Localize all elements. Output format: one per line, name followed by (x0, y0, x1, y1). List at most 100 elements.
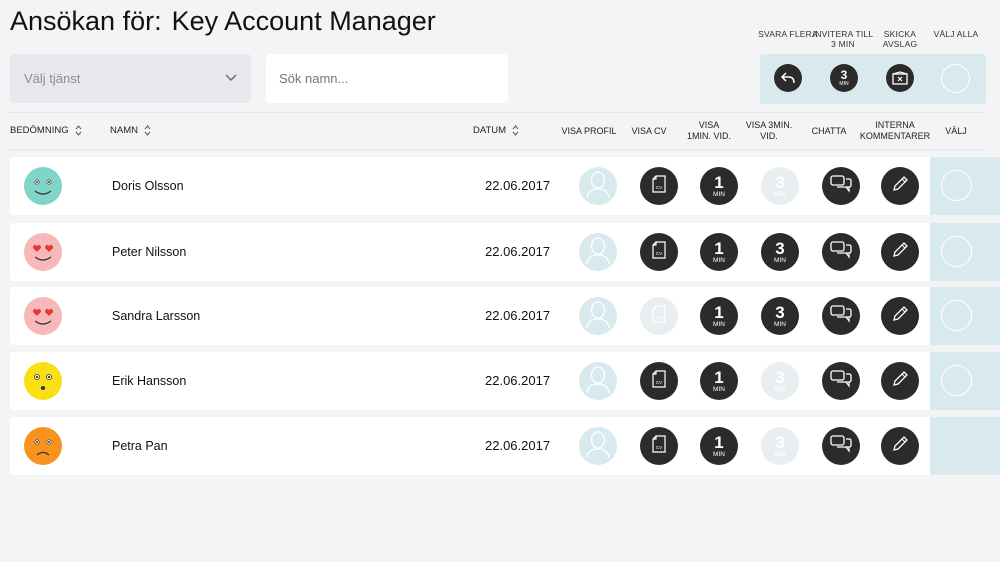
video-unit: MIN (713, 256, 725, 264)
internal-comments-button[interactable] (881, 297, 919, 335)
table-row: Doris Olsson 22.06.2017 CV 1 MIN 3 MIN (10, 157, 1000, 215)
column-name-label: NAMN (110, 125, 138, 136)
chat-button[interactable] (822, 427, 860, 465)
applicant-name[interactable]: Petra Pan (112, 439, 168, 453)
chat-button[interactable] (822, 297, 860, 335)
rating-face-icon[interactable] (24, 233, 62, 271)
table-row: Peter Nilsson 22.06.2017 CV 1 MIN 3 MIN (10, 223, 1000, 281)
reply-many-button[interactable] (774, 64, 802, 92)
bulk-invite-label: INVITERA TILL 3 MIN (812, 29, 874, 49)
invite-unit: MIN (839, 80, 849, 87)
video-unit: MIN (774, 450, 786, 458)
table-header: BEDÖMNING NAMN DATUM VISA PROFIL VISA CV… (10, 112, 986, 150)
table-row: Erik Hansson 22.06.2017 CV 1 MIN 3 MIN (10, 352, 1000, 410)
video-unit: MIN (713, 190, 725, 198)
applicant-name[interactable]: Peter Nilsson (112, 245, 186, 259)
video-unit: MIN (713, 385, 725, 393)
video-1min-icon: 1 (714, 172, 724, 192)
sort-icon (144, 125, 151, 136)
view-cv-button[interactable]: CV (640, 233, 678, 271)
column-comments: INTERNA KOMMENTARER (859, 120, 931, 141)
column-name[interactable]: NAMN (110, 125, 151, 136)
video-unit: MIN (713, 320, 725, 328)
video-1min-icon: 1 (714, 238, 724, 258)
view-cv-button[interactable]: CV (640, 167, 678, 205)
profile-silhouette-icon (585, 235, 611, 270)
internal-comments-button[interactable] (881, 167, 919, 205)
view-cv-button[interactable]: CV (640, 362, 678, 400)
profile-silhouette-icon (585, 429, 611, 464)
rating-face-icon[interactable] (24, 297, 62, 335)
page-title: Ansökan för: Key Account Manager (10, 6, 436, 37)
application-date: 22.06.2017 (485, 178, 551, 193)
column-date[interactable]: DATUM (473, 125, 519, 136)
select-checkbox[interactable] (941, 365, 972, 396)
profile-silhouette-icon (585, 169, 611, 204)
send-rejection-button[interactable] (886, 64, 914, 92)
video-3min-icon: 3 (775, 238, 785, 258)
pencil-icon (891, 241, 909, 264)
table-row: Petra Pan 22.06.2017 CV 1 MIN 3 MIN (10, 417, 1000, 475)
view-1min-video-button[interactable]: 1 MIN (700, 297, 738, 335)
select-cell (930, 157, 1000, 215)
search-input[interactable] (266, 54, 508, 103)
chevron-down-icon (225, 74, 237, 81)
view-1min-video-button[interactable]: 1 MIN (700, 167, 738, 205)
video-3min-icon: 3 (775, 367, 785, 387)
view-profile-button[interactable] (579, 427, 617, 465)
chat-bubbles-icon (830, 174, 852, 198)
chat-button[interactable] (822, 362, 860, 400)
bulk-select-all-label: VÄLJ ALLA (933, 29, 979, 39)
application-date: 22.06.2017 (485, 373, 551, 388)
view-profile-button[interactable] (579, 167, 617, 205)
select-checkbox[interactable] (941, 170, 972, 201)
view-1min-video-button[interactable]: 1 MIN (700, 427, 738, 465)
column-cv: VISA CV (631, 126, 667, 136)
view-3min-video-button[interactable]: 3 MIN (761, 427, 799, 465)
select-all-checkbox[interactable] (941, 64, 970, 93)
chat-button[interactable] (822, 233, 860, 271)
column-vid3: VISA 3MIN. VID. (745, 120, 793, 141)
rating-face-icon[interactable] (24, 427, 62, 465)
view-cv-button[interactable]: CV (640, 427, 678, 465)
application-date: 22.06.2017 (485, 244, 551, 259)
application-date: 22.06.2017 (485, 438, 551, 453)
select-checkbox[interactable] (941, 236, 972, 267)
profile-silhouette-icon (585, 299, 611, 334)
column-profile: VISA PROFIL (561, 126, 617, 136)
view-1min-video-button[interactable]: 1 MIN (700, 233, 738, 271)
view-1min-video-button[interactable]: 1 MIN (700, 362, 738, 400)
view-3min-video-button[interactable]: 3 MIN (761, 362, 799, 400)
service-select[interactable]: Välj tjänst (10, 54, 251, 103)
chat-bubbles-icon (830, 434, 852, 458)
view-profile-button[interactable] (579, 362, 617, 400)
column-vid1: VISA 1MIN. VID. (686, 120, 731, 141)
rating-face-icon[interactable] (24, 167, 62, 205)
chat-bubbles-icon (830, 369, 852, 393)
view-3min-video-button[interactable]: 3 MIN (761, 233, 799, 271)
pencil-icon (891, 370, 909, 393)
select-checkbox[interactable] (941, 300, 972, 331)
cv-document-icon: CV (652, 304, 666, 328)
reply-icon (780, 72, 795, 84)
view-profile-button[interactable] (579, 233, 617, 271)
rating-face-icon[interactable] (24, 362, 62, 400)
invite-3min-button[interactable]: 3 MIN (830, 64, 858, 92)
page-title-prefix: Ansökan för: (10, 6, 162, 36)
chat-button[interactable] (822, 167, 860, 205)
view-3min-video-button[interactable]: 3 MIN (761, 167, 799, 205)
page-title-job: Key Account Manager (171, 6, 436, 36)
internal-comments-button[interactable] (881, 233, 919, 271)
applicant-name[interactable]: Erik Hansson (112, 374, 186, 388)
internal-comments-button[interactable] (881, 362, 919, 400)
column-rating[interactable]: BEDÖMNING (10, 125, 82, 136)
pencil-icon (891, 435, 909, 458)
applicant-name[interactable]: Sandra Larsson (112, 309, 200, 323)
view-3min-video-button[interactable]: 3 MIN (761, 297, 799, 335)
view-profile-button[interactable] (579, 297, 617, 335)
applicant-name[interactable]: Doris Olsson (112, 179, 184, 193)
video-unit: MIN (713, 450, 725, 458)
internal-comments-button[interactable] (881, 427, 919, 465)
view-cv-button[interactable]: CV (640, 297, 678, 335)
sort-icon (75, 125, 81, 136)
